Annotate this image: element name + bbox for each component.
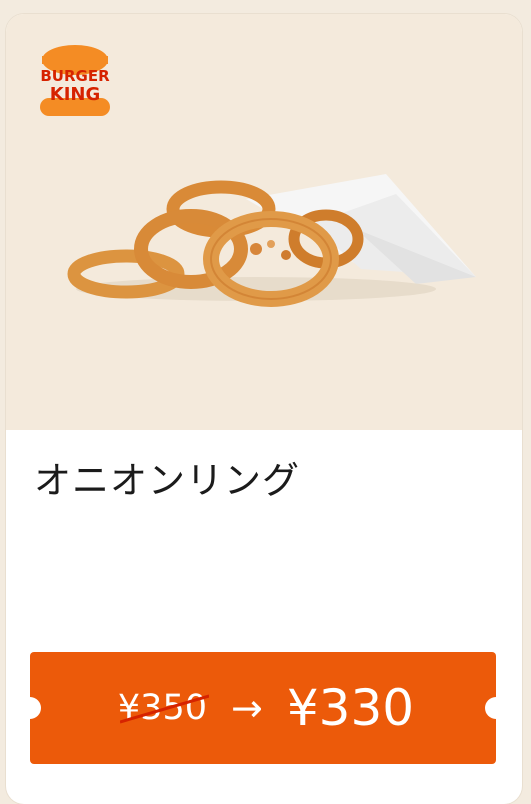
onion-rings-image — [67, 174, 476, 307]
arrow-right-icon: → — [230, 686, 263, 730]
product-title: オニオンリング — [34, 459, 300, 502]
discounted-price: ¥330 — [286, 679, 415, 737]
logo-text-king: KING — [50, 84, 100, 105]
product-image-area: BURGER KING — [6, 14, 522, 430]
original-price: ¥350 — [117, 688, 209, 728]
logo-text-burger: BURGER — [40, 67, 110, 85]
coupon-price-button[interactable]: ¥350 → ¥330 — [19, 652, 507, 764]
burger-king-logo: BURGER KING — [40, 45, 110, 116]
original-price-text: ¥350 — [117, 688, 207, 728]
ticket-notch-left — [19, 697, 41, 719]
price-row: ¥350 → ¥330 — [118, 679, 414, 737]
ticket-notch-right — [485, 697, 507, 719]
coupon-card[interactable]: BURGER KING オニオンリング ¥350 → ¥330 — [6, 14, 522, 804]
